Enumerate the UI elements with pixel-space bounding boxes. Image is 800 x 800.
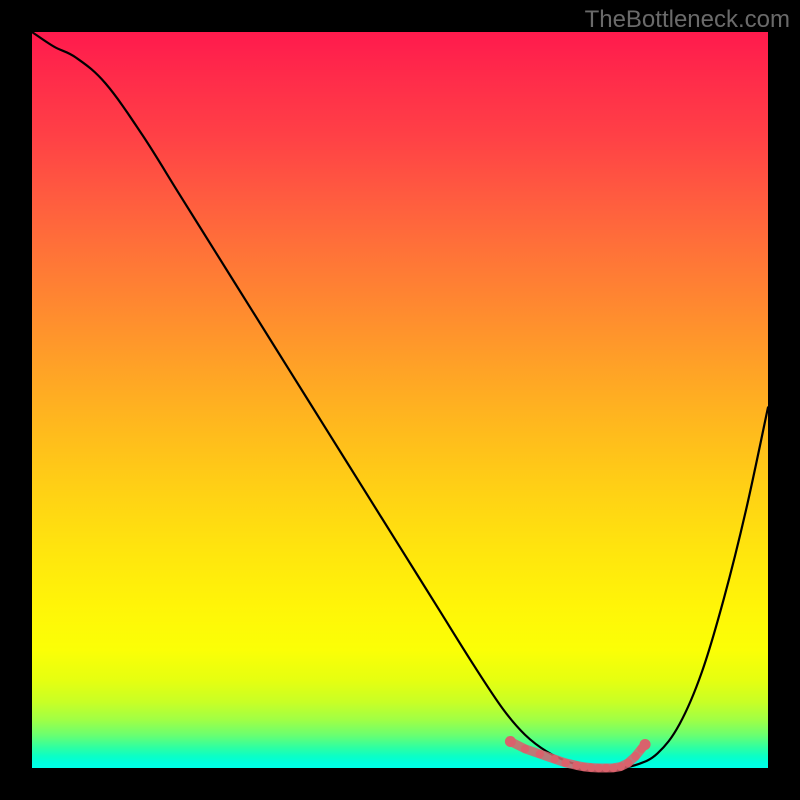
optimal-marker-dot <box>624 759 632 767</box>
optimal-marker-dot <box>572 761 580 769</box>
optimal-marker-dot <box>602 764 610 772</box>
optimal-marker-dot <box>580 763 588 771</box>
optimal-marker-dot <box>631 752 639 760</box>
optimal-marker-dot <box>536 750 544 758</box>
optimal-marker-dot <box>640 739 651 750</box>
optimal-marker-dot <box>595 764 603 772</box>
watermark-text: TheBottleneck.com <box>585 6 790 34</box>
optimal-marker-dot <box>521 745 529 753</box>
chart-gradient-background <box>32 32 768 768</box>
optimal-marker-dot <box>587 763 595 771</box>
optimal-marker-dot <box>550 755 558 763</box>
chart-svg <box>32 32 768 768</box>
optimal-range-markers <box>505 736 651 772</box>
optimal-marker-dot <box>561 759 569 767</box>
optimal-marker-dot <box>505 736 516 747</box>
optimal-marker-dot <box>609 764 617 772</box>
bottleneck-curve <box>32 32 768 768</box>
optimal-marker-dot <box>617 762 625 770</box>
